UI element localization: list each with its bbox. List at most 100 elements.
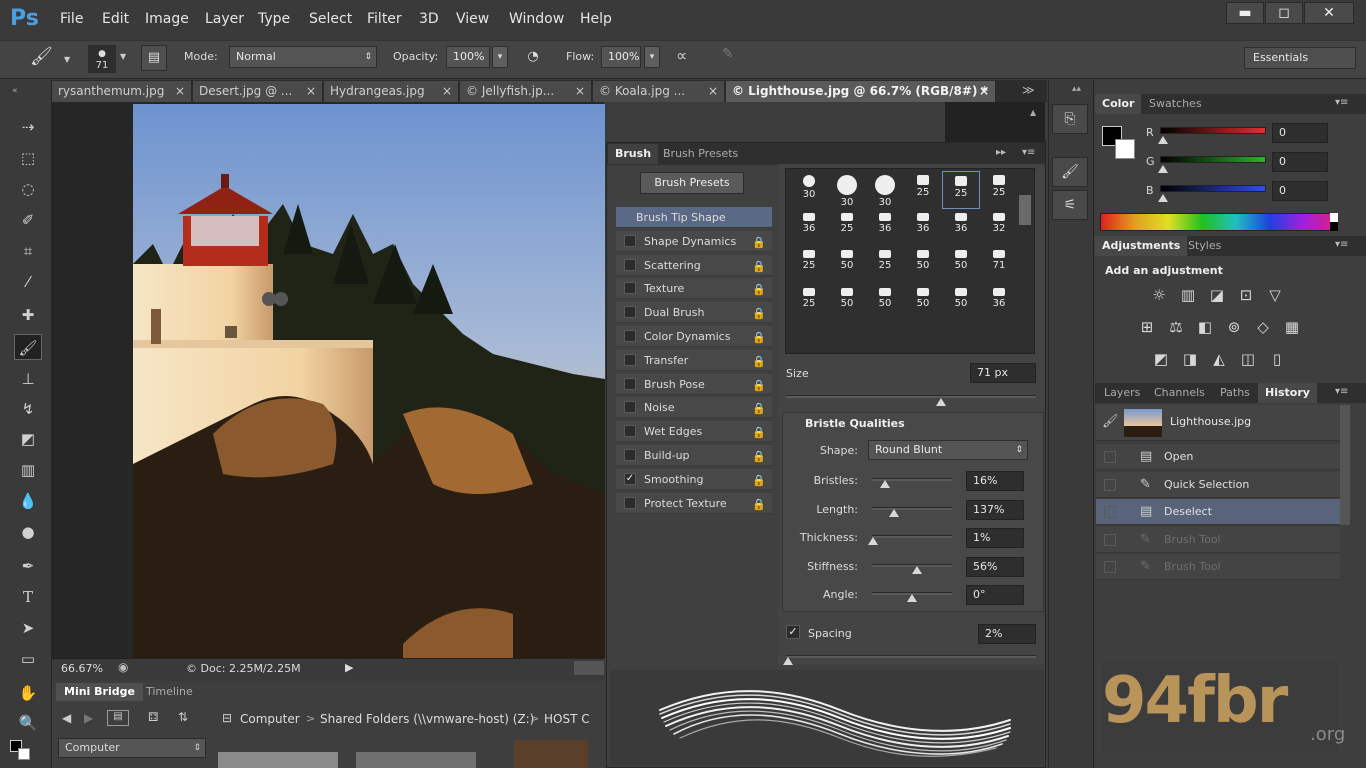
channel-slider-thumb[interactable] [1158, 165, 1168, 173]
adjustment-icon[interactable]: ☼ [1148, 284, 1170, 306]
blur-tool-icon[interactable]: 💧 [14, 488, 42, 514]
adjustment-icon[interactable]: ▯ [1266, 348, 1288, 370]
tab-lighthouse[interactable]: © Lighthouse.jpg @ 66.7% (RGB/8#) * × [726, 81, 996, 102]
brush-tip-cell[interactable]: 36 [904, 209, 942, 247]
type-tool-icon[interactable]: T [14, 584, 42, 610]
history-source-box[interactable] [1104, 451, 1116, 463]
history-source-box[interactable] [1104, 478, 1116, 491]
menu-help[interactable]: Help [580, 11, 612, 27]
path-selection-tool-icon[interactable]: ➤ [14, 615, 42, 641]
option-checkbox[interactable]: ✓ [624, 472, 636, 485]
tab-hydrangeas[interactable]: Hydrangeas.jpg × [324, 81, 459, 102]
menu-window[interactable]: Window [509, 11, 564, 27]
brush-option-noise[interactable]: Noise 🔒 [616, 397, 772, 419]
flow-dropdown[interactable]: ▾ [644, 46, 660, 68]
close-icon[interactable]: × [575, 81, 585, 102]
lighthouse-image[interactable] [133, 104, 605, 658]
spacing-slider-thumb[interactable] [783, 657, 793, 665]
adjustment-icon[interactable]: ◧ [1194, 316, 1216, 338]
channel-slider[interactable] [1160, 185, 1266, 192]
lock-icon[interactable]: 🔒 [752, 256, 766, 277]
param-slider-thumb[interactable] [879, 480, 890, 488]
color-ramp[interactable] [1100, 213, 1338, 231]
opacity-dropdown[interactable]: ▾ [492, 46, 508, 68]
brush-tip-cell[interactable]: 50 [828, 284, 866, 322]
sort-icon[interactable]: ⇅ [178, 710, 188, 724]
brush-option-color-dynamics[interactable]: Color Dynamics 🔒 [616, 326, 772, 347]
close-icon[interactable]: × [175, 81, 185, 102]
brush-dock-icon[interactable]: 🖌 [1052, 157, 1088, 187]
chevron-down-icon[interactable]: ▼ [64, 55, 70, 64]
adjustment-icon[interactable]: ▽ [1264, 284, 1286, 306]
eyedropper-tool-icon[interactable]: ⁄ [14, 269, 42, 295]
pen-tool-icon[interactable]: ✒ [14, 553, 42, 579]
adjustment-icon[interactable]: ◪ [1206, 284, 1228, 306]
path-menu-icon[interactable]: ⊟ [222, 711, 232, 725]
breadcrumb-shared-folders[interactable]: Shared Folders (\\vmware-host) (Z:) [320, 712, 534, 726]
channel-slider[interactable] [1160, 156, 1266, 163]
lock-icon[interactable]: 🔒 [752, 232, 766, 253]
menu-edit[interactable]: Edit [102, 11, 129, 27]
history-snapshot[interactable]: 🖌 Lighthouse.jpg [1096, 405, 1340, 441]
brush-tip-cell[interactable]: 36 [790, 209, 828, 247]
panel-menu-icon[interactable]: ▾≡ [1335, 386, 1348, 397]
tab-desert[interactable]: Desert.jpg @ ... × [193, 81, 323, 102]
option-checkbox[interactable] [624, 496, 636, 509]
zoom-level[interactable]: 66.67% [61, 662, 103, 675]
location-select[interactable]: Computer ⇕ [58, 738, 206, 758]
tip-grid-scrollbar[interactable] [1019, 195, 1031, 225]
brush-tip-cell[interactable]: 32 [980, 209, 1018, 247]
option-checkbox[interactable] [624, 258, 636, 271]
brush-tip-cell[interactable]: 36 [866, 209, 904, 247]
eraser-tool-icon[interactable]: ◩ [14, 426, 42, 452]
option-checkbox[interactable] [624, 377, 636, 390]
tab-timeline[interactable]: Timeline [138, 683, 201, 701]
option-checkbox[interactable] [624, 306, 636, 319]
history-state[interactable]: ▤ Deselect [1096, 499, 1340, 525]
back-icon[interactable]: ◀ [62, 711, 71, 725]
panel-menu-icon[interactable]: ▾≡ [1335, 239, 1348, 250]
horizontal-scrollbar[interactable] [574, 661, 604, 675]
rectangle-tool-icon[interactable]: ▭ [14, 646, 42, 672]
option-checkbox[interactable] [624, 425, 636, 438]
spacing-slider[interactable] [786, 655, 1036, 658]
tab-jellyfish[interactable]: © Jellyfish.jp... × [460, 81, 592, 102]
breadcrumb-computer[interactable]: Computer [240, 712, 300, 726]
adjustment-icon[interactable]: ◩ [1150, 348, 1172, 370]
adjustment-icon[interactable]: ◭ [1208, 348, 1230, 370]
param-value-input[interactable]: 1% [966, 528, 1024, 548]
minimize-button[interactable]: ▬ [1226, 2, 1264, 24]
tab-brush-presets[interactable]: Brush Presets [656, 144, 745, 164]
forward-icon[interactable]: ▶ [84, 711, 93, 725]
panel-menu-icon[interactable]: ▾≡ [1022, 147, 1035, 158]
thumbnail[interactable] [218, 752, 338, 768]
lock-icon[interactable]: 🔒 [752, 398, 766, 419]
collapse-icon[interactable]: ▸▸ [996, 147, 1006, 158]
brush-option-dual-brush[interactable]: Dual Brush 🔒 [616, 302, 772, 324]
adjustment-icon[interactable]: ◫ [1237, 348, 1259, 370]
channel-slider[interactable] [1160, 127, 1266, 134]
menu-filter[interactable]: Filter [367, 11, 402, 27]
play-icon[interactable]: ▶ [345, 661, 353, 674]
param-value-input[interactable]: 16% [966, 471, 1024, 491]
tools-menu-icon[interactable]: ⚃ [148, 710, 158, 724]
menu-type[interactable]: Type [258, 11, 290, 27]
tab-history[interactable]: History [1258, 383, 1317, 403]
gradient-tool-icon[interactable]: ▥ [14, 457, 42, 483]
option-checkbox[interactable] [624, 353, 636, 366]
panel-menu-icon[interactable]: ▾≡ [1335, 97, 1348, 108]
brush-tip-cell[interactable]: 36 [942, 209, 980, 247]
status-menu-icon[interactable]: ◉ [118, 660, 128, 674]
tab-koala[interactable]: © Koala.jpg ... × [593, 81, 725, 102]
brush-option-build-up[interactable]: Build-up 🔒 [616, 445, 772, 466]
tab-layers[interactable]: Layers [1097, 383, 1147, 403]
marquee-tool-icon[interactable]: ⬚ [14, 145, 42, 171]
size-slider[interactable] [786, 395, 1036, 398]
param-slider[interactable] [872, 535, 952, 538]
history-source-box[interactable] [1104, 533, 1116, 546]
scroll-up-icon[interactable]: ▲ [1030, 108, 1036, 117]
param-slider-thumb[interactable] [889, 508, 900, 517]
dodge-tool-icon[interactable]: ● [14, 519, 42, 545]
brush-tip-cell[interactable]: 50 [904, 246, 942, 284]
brush-tip-cell[interactable]: 36 [980, 284, 1018, 322]
